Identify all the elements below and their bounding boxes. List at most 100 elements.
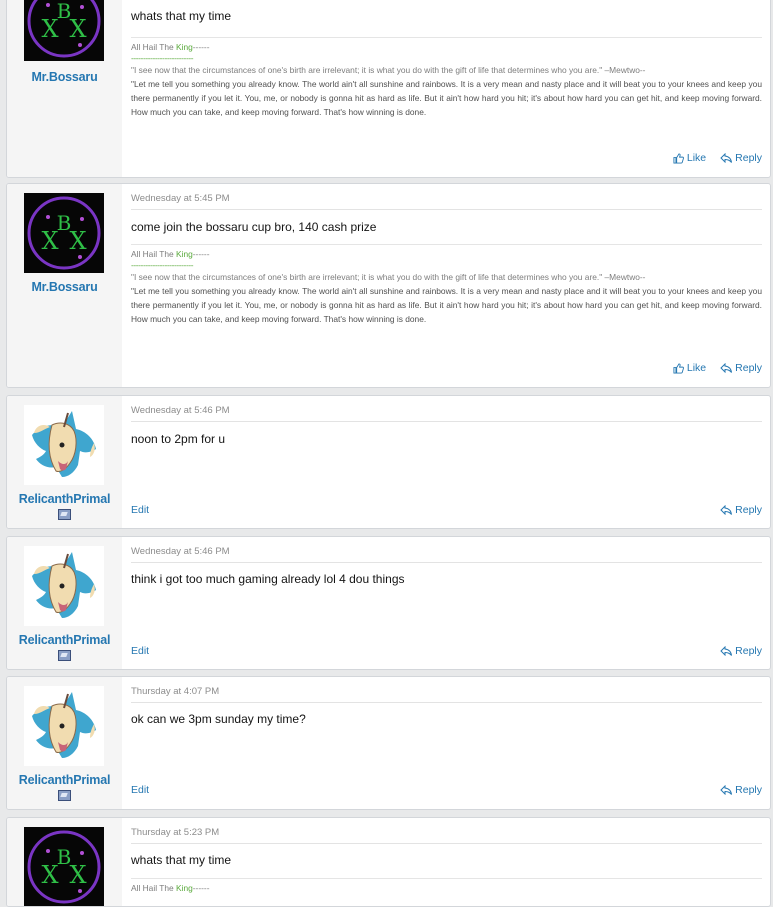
message-actions: Reply <box>720 504 762 516</box>
message-post: BXX Thursday at 5:23 PM whats that my ti… <box>6 817 771 907</box>
thumbs-up-icon <box>673 152 684 164</box>
signature-king: King <box>176 42 193 52</box>
message-user-info: RelicanthPrimal <box>7 537 122 669</box>
signature-king: King <box>176 883 193 893</box>
message-user-info: RelicanthPrimal <box>7 396 122 528</box>
signature-king: King <box>176 249 193 259</box>
user-badge-icon <box>58 790 71 801</box>
message-text: noon to 2pm for u <box>131 432 226 446</box>
message-actions: Like Reply <box>673 362 762 374</box>
signature-hail-prefix: All Hail The <box>131 42 176 52</box>
signature: All Hail The King------ <box>131 878 762 895</box>
reply-button[interactable]: Reply <box>720 504 762 516</box>
reply-icon <box>720 646 733 656</box>
message-text: ok can we 3pm sunday my time? <box>131 712 306 726</box>
username-link[interactable]: Mr.Bossaru <box>7 280 122 294</box>
date-divider <box>131 209 762 210</box>
reply-icon <box>720 153 733 163</box>
reply-label: Reply <box>735 784 762 796</box>
reply-icon <box>720 785 733 795</box>
post-date[interactable]: Wednesday at 5:45 PM <box>131 193 230 204</box>
username-link[interactable]: RelicanthPrimal <box>7 773 122 787</box>
message-text: think i got too much gaming already lol … <box>131 572 405 586</box>
date-divider <box>131 702 762 703</box>
message-post: BXX Mr.Bossaru Wednesday at 5:45 PM come… <box>6 183 771 388</box>
relicanth-avatar[interactable] <box>24 546 104 626</box>
reply-label: Reply <box>735 645 762 657</box>
reply-label: Reply <box>735 504 762 516</box>
message-content: Wednesday at 5:45 PM come join the bossa… <box>122 184 770 387</box>
message-content: Wednesday at 5:46 PM noon to 2pm for u E… <box>122 396 770 528</box>
svg-text:X: X <box>69 15 86 43</box>
like-label: Like <box>686 152 707 164</box>
message-content: Thursday at 4:07 PM ok can we 3pm sunday… <box>122 677 770 809</box>
message-user-info: BXX <box>7 818 122 906</box>
svg-text:X: X <box>69 861 86 889</box>
message-text: come join the bossaru cup bro, 140 cash … <box>131 220 377 234</box>
username-link[interactable]: Mr.Bossaru <box>7 70 122 84</box>
signature-quote-mewtwo: "I see now that the circumstances of one… <box>131 65 646 75</box>
signature-hail-prefix: All Hail The <box>131 249 176 259</box>
svg-text:X: X <box>41 861 58 889</box>
relicanth-avatar[interactable] <box>24 686 104 766</box>
reply-icon <box>720 363 733 373</box>
reply-button[interactable]: Reply <box>720 784 762 796</box>
signature-hail-suffix: ------ <box>192 249 210 259</box>
post-date[interactable]: Wednesday at 5:46 PM <box>131 546 230 557</box>
signature-dashes: -------------------------- <box>131 53 194 63</box>
signature: All Hail The King------ ----------------… <box>131 37 762 119</box>
like-button[interactable]: Like <box>673 362 706 374</box>
edit-button[interactable]: Edit <box>131 784 149 796</box>
signature-dashes: -------------------------- <box>131 260 194 270</box>
message-text: whats that my time <box>131 853 232 867</box>
edit-button[interactable]: Edit <box>131 504 149 516</box>
message-actions: Like Reply <box>673 152 762 164</box>
message-content: Thursday at 5:23 PM whats that my time A… <box>122 818 770 906</box>
message-content: whats that my time All Hail The King----… <box>122 0 770 177</box>
reply-button[interactable]: Reply <box>720 362 762 374</box>
thumbs-up-icon <box>673 362 684 374</box>
username-link[interactable]: RelicanthPrimal <box>7 492 122 506</box>
signature-quote-mewtwo: "I see now that the circumstances of one… <box>131 272 646 282</box>
user-badge-icon <box>58 509 71 520</box>
message-actions: Reply <box>720 784 762 796</box>
signature-hail-suffix: ------ <box>192 42 210 52</box>
reply-label: Reply <box>735 152 762 164</box>
user-badge-icon <box>58 650 71 661</box>
date-divider <box>131 562 762 563</box>
edit-button[interactable]: Edit <box>131 645 149 657</box>
date-divider <box>131 843 762 844</box>
xbx-purple-circle-avatar[interactable]: BXX <box>24 0 104 61</box>
xbx-purple-circle-avatar[interactable]: BXX <box>24 827 104 906</box>
svg-text:X: X <box>41 15 58 43</box>
svg-text:X: X <box>41 227 58 255</box>
message-user-info: BXX Mr.Bossaru <box>7 0 122 177</box>
post-date[interactable]: Wednesday at 5:46 PM <box>131 405 230 416</box>
signature-hail-prefix: All Hail The <box>131 883 176 893</box>
message-actions: Reply <box>720 645 762 657</box>
signature-quote-life: "Let me tell you something you already k… <box>131 286 762 324</box>
message-post: RelicanthPrimal Wednesday at 5:46 PM noo… <box>6 395 771 529</box>
reply-button[interactable]: Reply <box>720 645 762 657</box>
signature-quote-life: "Let me tell you something you already k… <box>131 79 762 117</box>
xbx-purple-circle-avatar[interactable]: BXX <box>24 193 104 273</box>
reply-button[interactable]: Reply <box>720 152 762 164</box>
reply-label: Reply <box>735 362 762 374</box>
message-post: RelicanthPrimal Thursday at 4:07 PM ok c… <box>6 676 771 810</box>
date-divider <box>131 421 762 422</box>
username-link[interactable]: RelicanthPrimal <box>7 633 122 647</box>
post-date[interactable]: Thursday at 5:23 PM <box>131 827 219 838</box>
message-post: BXX Mr.Bossaru whats that my time All Ha… <box>6 0 771 178</box>
post-date[interactable]: Thursday at 4:07 PM <box>131 686 219 697</box>
message-user-info: BXX Mr.Bossaru <box>7 184 122 387</box>
message-post: RelicanthPrimal Wednesday at 5:46 PM thi… <box>6 536 771 670</box>
message-user-info: RelicanthPrimal <box>7 677 122 809</box>
message-content: Wednesday at 5:46 PM think i got too muc… <box>122 537 770 669</box>
signature: All Hail The King------ ----------------… <box>131 244 762 326</box>
like-label: Like <box>686 362 707 374</box>
signature-hail-suffix: ------ <box>192 883 210 893</box>
relicanth-avatar[interactable] <box>24 405 104 485</box>
reply-icon <box>720 505 733 515</box>
like-button[interactable]: Like <box>673 152 706 164</box>
message-text: whats that my time <box>131 9 232 23</box>
